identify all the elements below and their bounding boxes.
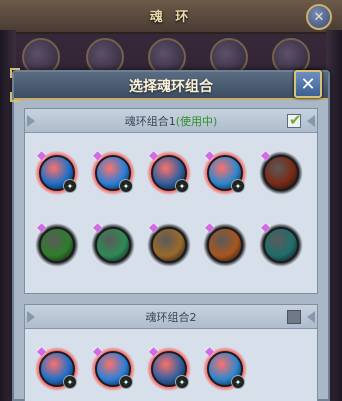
- combo-name-2: 魂环组合2: [145, 311, 197, 324]
- orange-beast-ring-icon[interactable]: ◆: [203, 220, 247, 267]
- purple-gem-icon: ◆: [205, 148, 215, 162]
- blue-wave-ring-icon[interactable]: ◆ ✦: [203, 148, 247, 195]
- dialog-close-button[interactable]: ✕: [294, 70, 322, 98]
- combo-header-2[interactable]: 魂环组合2: [25, 305, 317, 329]
- skill-badge-icon: ✦: [63, 375, 77, 389]
- purple-gem-icon: ◆: [93, 344, 103, 358]
- blue-wave-ring-icon[interactable]: ◆ ✦: [203, 344, 247, 391]
- combo-name-1: 魂环组合1: [124, 115, 176, 128]
- purple-gem-icon: ◆: [261, 220, 271, 234]
- purple-gem-icon: ◆: [149, 148, 159, 162]
- combo-title-2: 魂环组合2: [25, 309, 317, 325]
- combo-2-ring-grid: ◆ ✦ ◆ ✦ ◆ ✦ ◆ ✦: [25, 329, 317, 401]
- skill-badge-icon: ✦: [231, 375, 245, 389]
- combo-1-ring-grid: ◆ ✦ ◆ ✦ ◆ ✦ ◆ ✦ ◆ ◆ ◆ ◆ ◆ ◆: [25, 133, 317, 293]
- combo-header-1[interactable]: 魂环组合1(使用中): [25, 109, 317, 133]
- skill-badge-icon: ✦: [231, 179, 245, 193]
- blue-orb-ring-icon[interactable]: ◆ ✦: [91, 148, 135, 195]
- green-leaf-ring-icon[interactable]: ◆: [35, 220, 79, 267]
- skill-badge-icon: ✦: [175, 179, 189, 193]
- corner-ornament: [10, 68, 20, 78]
- combo-panel-2: 魂环组合2 ◆ ✦ ◆ ✦ ◆ ✦ ◆ ✦: [24, 304, 318, 401]
- close-icon: ✕: [313, 9, 325, 25]
- blue-water-ring-icon[interactable]: ◆ ✦: [35, 148, 79, 195]
- purple-gem-icon: ◆: [261, 148, 271, 162]
- close-icon: ✕: [300, 73, 316, 95]
- green-wing-ring-icon[interactable]: ◆: [91, 220, 135, 267]
- background-title: 魂 环: [149, 10, 193, 25]
- blue-sword-ring-icon[interactable]: ◆ ✦: [147, 148, 191, 195]
- purple-gem-icon: ◆: [149, 344, 159, 358]
- golden-dragon-ring-icon[interactable]: ◆: [147, 220, 191, 267]
- select-ring-combo-dialog: 选择魂环组合 ✕ 魂环组合1(使用中) ◆✦◆✦◆✦◆✦◆◆◆◆◆◆ 魂环组合2…: [10, 68, 330, 401]
- combo-status-in-use: (使用中): [175, 115, 218, 128]
- dialog-title: 选择魂环组合: [129, 79, 213, 95]
- skill-badge-icon: ✦: [119, 375, 133, 389]
- combo-1-checkbox[interactable]: [287, 111, 302, 129]
- blue-orb-ring-icon[interactable]: ◆ ✦: [91, 344, 135, 391]
- purple-gem-icon: ◆: [205, 344, 215, 358]
- purple-gem-icon: ◆: [93, 148, 103, 162]
- corner-ornament: [10, 92, 20, 102]
- combo-title-1: 魂环组合1(使用中): [25, 113, 317, 129]
- combo-2-checkbox[interactable]: [287, 310, 301, 324]
- purple-gem-icon: ◆: [205, 220, 215, 234]
- blue-water-ring-icon[interactable]: ◆ ✦: [35, 344, 79, 391]
- skill-badge-icon: ✦: [63, 179, 77, 193]
- skill-badge-icon: ✦: [175, 375, 189, 389]
- skill-badge-icon: ✦: [119, 179, 133, 193]
- fire-beast-ring-icon[interactable]: ◆: [259, 148, 303, 195]
- blue-sword-ring-icon[interactable]: ◆ ✦: [147, 344, 191, 391]
- background-close-button[interactable]: ✕: [306, 4, 332, 30]
- purple-gem-icon: ◆: [37, 148, 47, 162]
- purple-gem-icon: ◆: [37, 344, 47, 358]
- purple-gem-icon: ◆: [37, 220, 47, 234]
- teal-spirit-ring-icon[interactable]: ◆: [259, 220, 303, 267]
- combo-panel-1: 魂环组合1(使用中) ◆✦◆✦◆✦◆✦◆◆◆◆◆◆: [24, 108, 318, 294]
- purple-gem-icon: ◆: [149, 220, 159, 234]
- dialog-titlebar: 选择魂环组合: [14, 72, 328, 100]
- purple-gem-icon: ◆: [93, 220, 103, 234]
